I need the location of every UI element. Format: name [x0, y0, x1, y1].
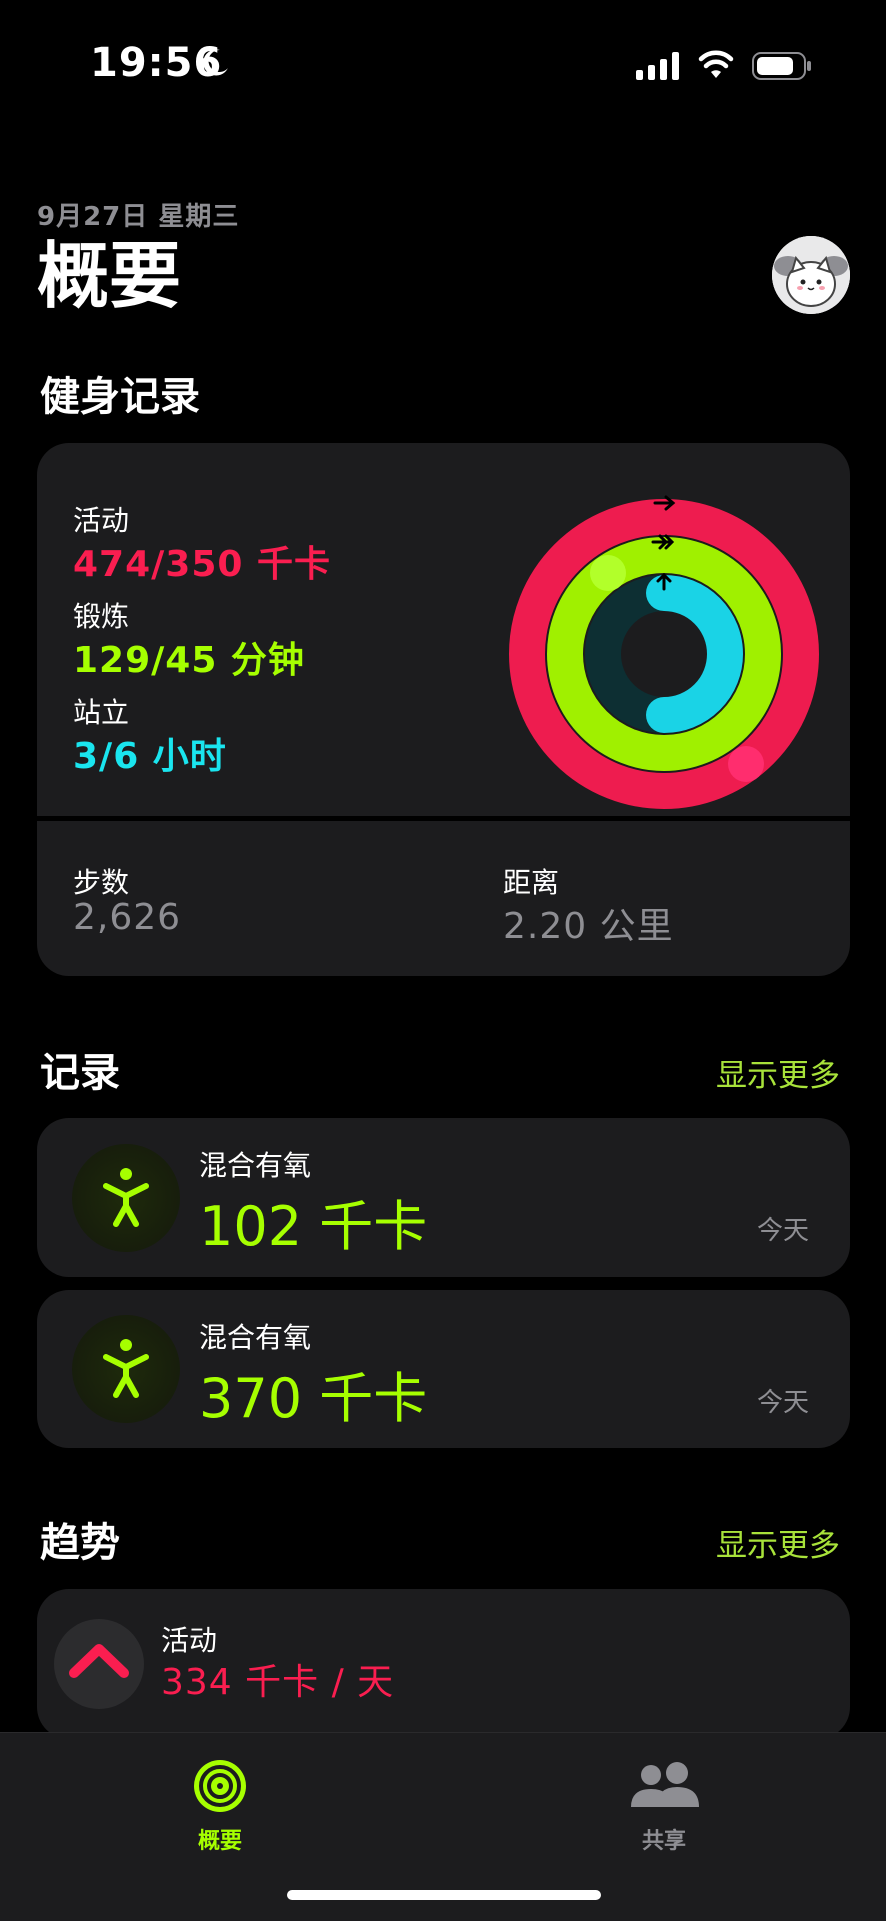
wifi-icon [698, 50, 734, 78]
distance-value: 2.20 公里 [503, 906, 674, 947]
card-divider [37, 816, 850, 821]
distance-label: 距离 [503, 866, 560, 899]
stand-value: 3/6 小时 [73, 736, 227, 777]
record-value: 102 千卡 [199, 1195, 428, 1258]
cat-avatar-icon [772, 236, 850, 314]
avatar[interactable] [772, 236, 850, 314]
tab-sharing-label: 共享 [641, 1829, 686, 1854]
stand-ring [646, 575, 743, 733]
records-show-more-link[interactable]: 显示更多 [716, 1050, 840, 1095]
moon-icon [203, 49, 228, 76]
trend-value: 334 千卡 / 天 [161, 1662, 395, 1703]
steps-value: 2,626 [73, 897, 182, 938]
record-date: 今天 [757, 1216, 810, 1246]
cellular-signal-icon [636, 52, 679, 80]
date-label: 9月27日 星期三 [37, 202, 240, 232]
fitness-section-title: 健身记录 [40, 374, 200, 420]
home-indicator [287, 1890, 601, 1900]
chevron-up-icon [69, 1644, 129, 1678]
record-item[interactable]: 混合有氧 102 千卡 今天 [37, 1118, 850, 1277]
records-section-title: 记录 [40, 1050, 120, 1096]
record-type: 混合有氧 [199, 1321, 312, 1354]
move-value: 474/350 千卡 [73, 544, 331, 585]
activity-card[interactable]: 活动 474/350 千卡 锻炼 129/45 分钟 站立 3/6 小时 步数 … [37, 443, 850, 976]
trends-show-more-link[interactable]: 显示更多 [716, 1520, 840, 1565]
tab-sharing[interactable]: 共享 [614, 1747, 714, 1854]
people-icon [631, 1762, 699, 1807]
move-ring-cap [728, 746, 764, 782]
record-value: 370 千卡 [199, 1367, 428, 1430]
record-item[interactable]: 混合有氧 370 千卡 今天 [37, 1290, 850, 1448]
trend-badge [54, 1619, 144, 1709]
tab-summary[interactable]: 概要 [170, 1747, 270, 1854]
steps-label: 步数 [73, 866, 130, 899]
activity-rings-icon [194, 1760, 246, 1812]
record-type: 混合有氧 [199, 1149, 312, 1182]
exercise-ring-cap [590, 555, 626, 591]
running-figure-icon [103, 1168, 149, 1227]
workout-icon-badge [72, 1144, 180, 1252]
record-date: 今天 [757, 1388, 810, 1418]
trend-item[interactable]: 活动 334 千卡 / 天 [37, 1589, 850, 1739]
exercise-value: 129/45 分钟 [73, 640, 305, 681]
move-label: 活动 [73, 504, 130, 537]
running-figure-icon [103, 1339, 149, 1398]
exercise-label: 锻炼 [73, 600, 130, 633]
tab-summary-label: 概要 [197, 1829, 242, 1854]
workout-icon-badge [72, 1315, 180, 1423]
trends-section-title: 趋势 [40, 1520, 120, 1566]
activity-rings[interactable] [499, 489, 829, 819]
page-title: 概要 [37, 234, 182, 318]
battery-icon [752, 52, 811, 80]
stand-label: 站立 [73, 696, 130, 729]
